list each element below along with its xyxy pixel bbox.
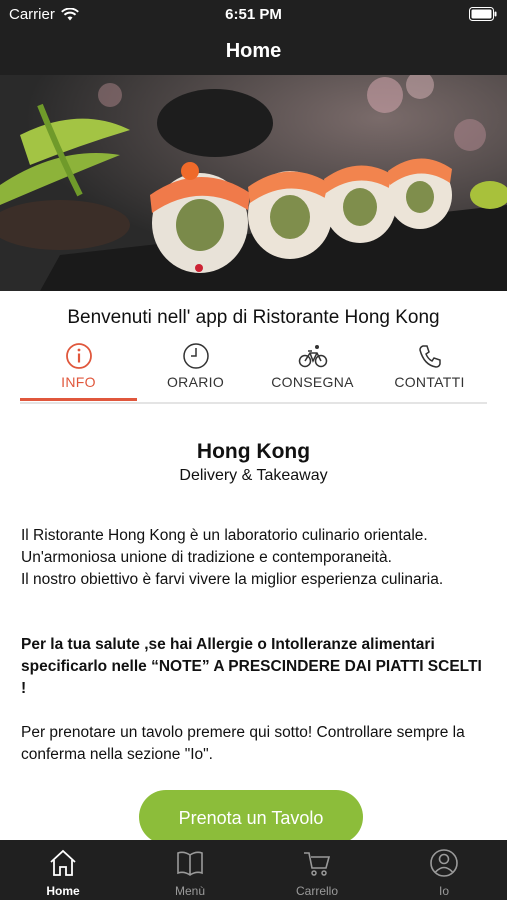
tabbar-profile[interactable]: Io [381, 840, 507, 900]
user-icon [430, 849, 458, 877]
welcome-text: Benvenuti nell' app di Ristorante Hong K… [67, 307, 440, 328]
allergy-notice: Per la tua salute ,se hai Allergie o Int… [21, 636, 482, 697]
info-tabs: INFO ORARIO CONSEGNA CONTATTI [20, 336, 487, 404]
tabbar-menu[interactable]: Menù [127, 840, 253, 900]
bicycle-icon [298, 345, 327, 368]
status-time: 6:51 PM [225, 6, 282, 23]
tab-info[interactable]: INFO [20, 336, 137, 400]
clock-icon [182, 343, 209, 369]
tab-info-label: INFO [61, 374, 96, 390]
tab-contatti[interactable]: CONTATTI [371, 336, 488, 400]
tab-consegna-label: CONSEGNA [271, 374, 354, 390]
page-indicator-dot[interactable] [195, 264, 203, 272]
phone-icon [418, 345, 441, 368]
nav-title: Home [225, 40, 282, 62]
battery-icon [469, 7, 497, 21]
description-paragraph: Il Ristorante Hong Kong è un laboratorio… [21, 527, 444, 588]
tab-orario-label: ORARIO [166, 374, 225, 390]
bottom-tab-bar: Home Menù Carrello Io [0, 840, 507, 900]
tab-contatti-label: CONTATTI [394, 374, 465, 390]
booking-instructions: Per prenotare un tavolo premere qui sott… [21, 724, 465, 763]
tab-orario[interactable]: ORARIO [137, 336, 254, 400]
tabbar-home-label: Home [46, 884, 80, 898]
tabbar-menu-label: Menù [174, 884, 206, 898]
restaurant-title: Hong Kong [196, 440, 311, 463]
cart-icon [304, 852, 331, 876]
info-icon [65, 343, 92, 369]
hero-image [0, 75, 507, 291]
top-bar: Carrier 6:51 PM Home [0, 0, 507, 75]
book-icon [177, 851, 203, 876]
book-table-button[interactable]: Prenota un Tavolo [139, 790, 363, 844]
tabbar-cart[interactable]: Carrello [254, 840, 380, 900]
tab-consegna[interactable]: CONSEGNA [254, 336, 371, 400]
tabbar-home[interactable]: Home [0, 840, 126, 900]
sushi-illustration [0, 75, 507, 291]
home-icon [50, 849, 76, 876]
tabbar-profile-label: Io [438, 884, 449, 898]
tabbar-cart-label: Carrello [295, 884, 338, 898]
restaurant-subtitle: Delivery & Takeaway [179, 467, 328, 484]
status-bar: Carrier 6:51 PM [0, 0, 507, 28]
active-tab-underline [20, 398, 137, 401]
